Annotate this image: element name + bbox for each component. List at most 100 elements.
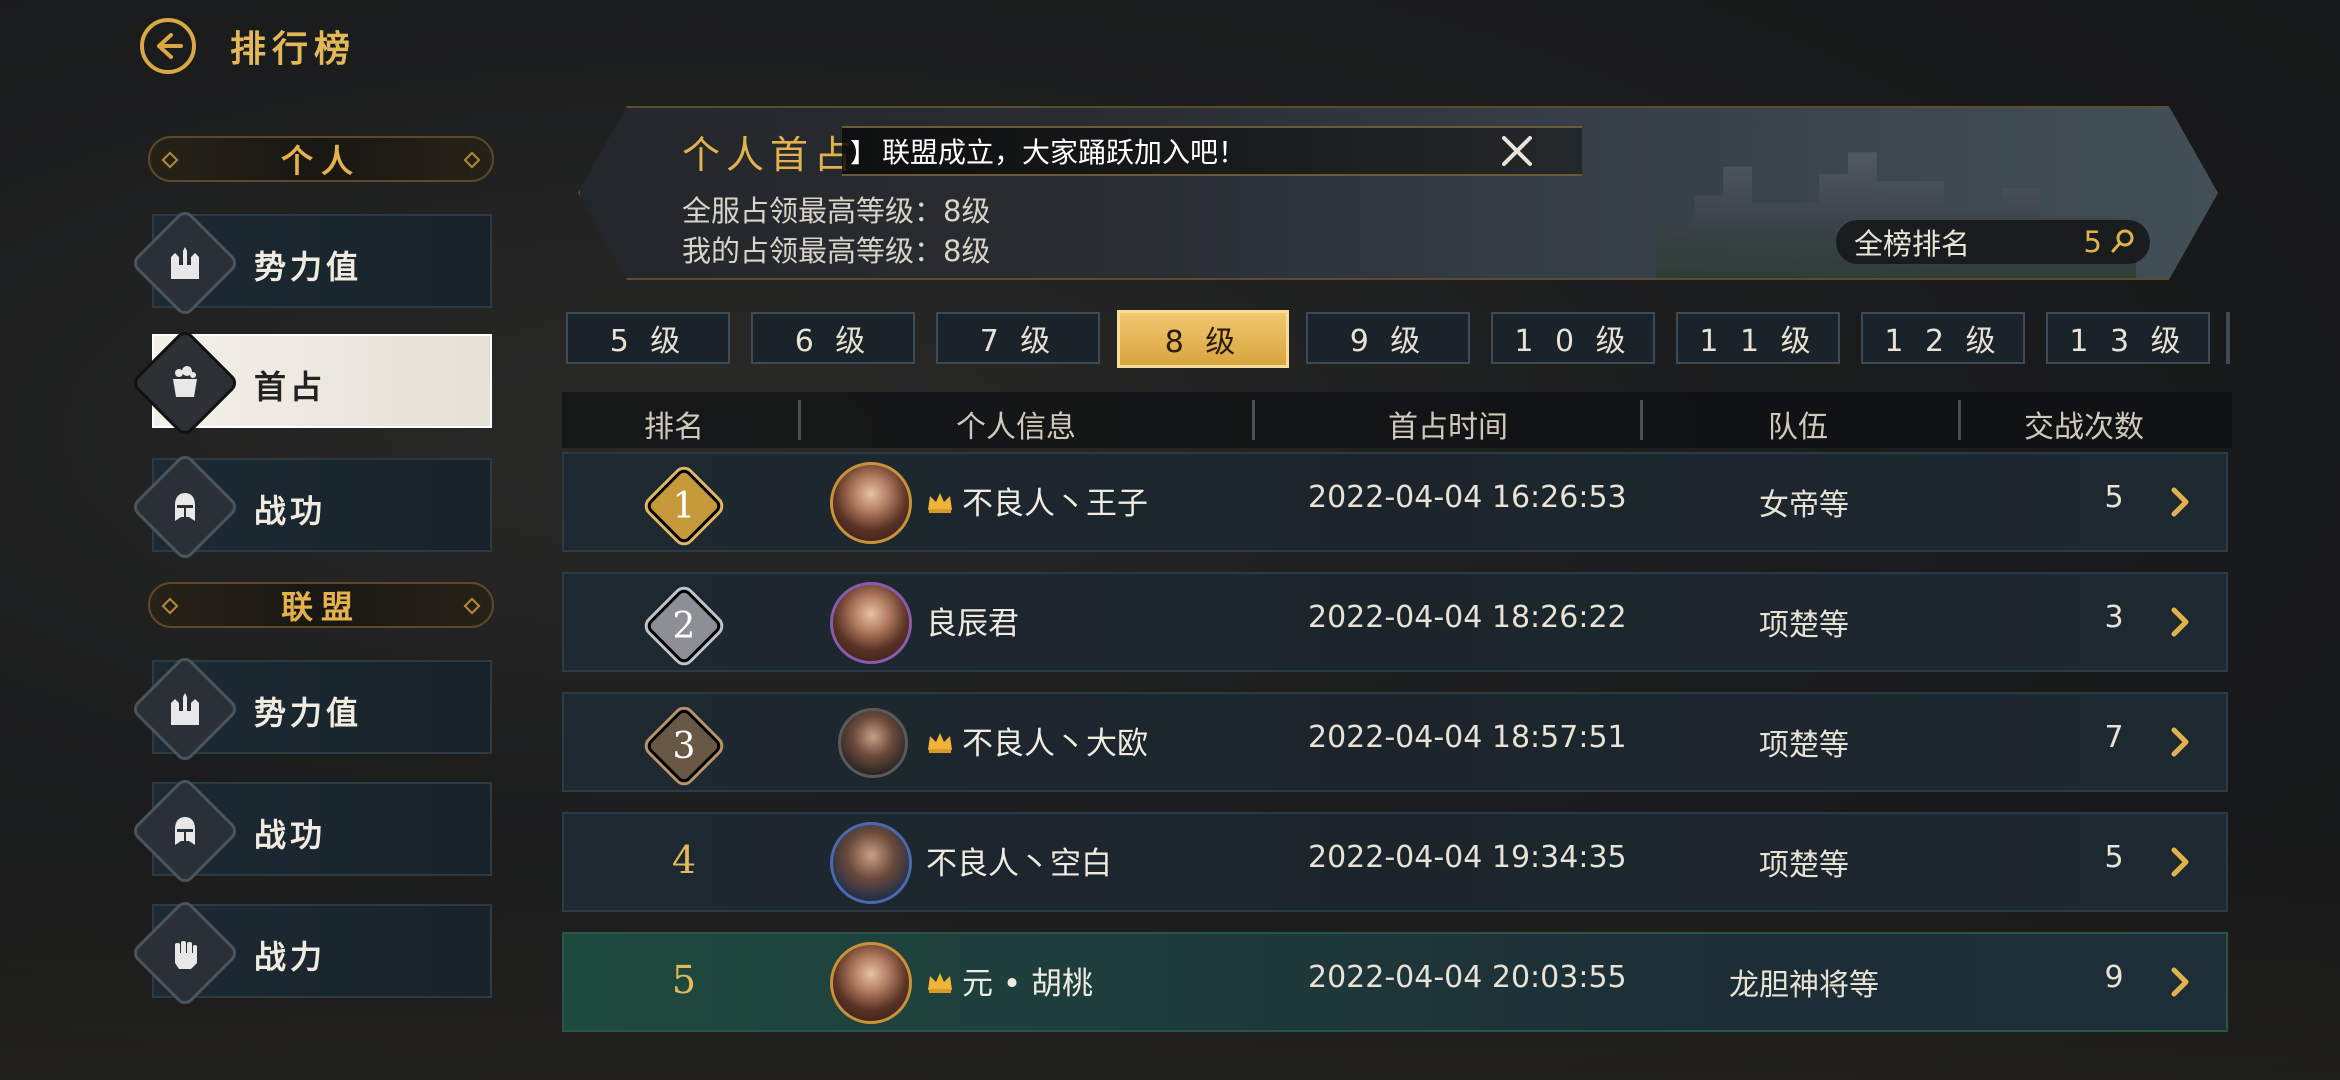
ornament-icon (463, 151, 481, 169)
player-name: 不良人丶空白 (926, 846, 1112, 882)
column-first-capture-time: 首占时间 (1388, 410, 1508, 445)
tab-level-6[interactable]: 6 级 (751, 312, 915, 364)
notice-text: 联盟成立，大家踊跃加入吧！ (882, 136, 1247, 169)
avatar[interactable] (830, 822, 912, 904)
search-icon (2111, 229, 2134, 253)
chevron-right-icon[interactable] (2162, 600, 2198, 644)
overall-rank-pill[interactable]: 全榜排名 5 (1836, 220, 2150, 264)
sidebar-item-personal-merit[interactable]: 战功 (129, 451, 492, 563)
chevron-right-icon[interactable] (2162, 720, 2198, 764)
close-icon (1502, 136, 1532, 166)
avatar[interactable] (830, 582, 912, 664)
cauldron-icon (162, 360, 208, 406)
avatar[interactable] (838, 708, 908, 778)
chevron-right-icon[interactable] (2162, 480, 2198, 524)
table-row[interactable]: 3 不良人丶大欧 2022-04-04 18:57:51 项楚等 7 (562, 692, 2228, 792)
table-row[interactable]: 2 良辰君 2022-04-04 18:26:22 项楚等 3 (562, 572, 2228, 672)
first-capture-time: 2022-04-04 18:57:51 (1308, 720, 1627, 755)
sidebar-item-alliance-power[interactable]: 势力值 (129, 653, 492, 765)
battle-count: 9 (2104, 960, 2124, 995)
tab-level-12[interactable]: 1 2 级 (1861, 312, 2025, 364)
page-title: 排行榜 (230, 29, 357, 70)
castle-icon (162, 686, 208, 732)
ornament-icon (161, 151, 179, 169)
column-divider (1640, 400, 1643, 440)
tab-level-8[interactable]: 8 级 (1117, 310, 1289, 368)
notice-close-button[interactable] (1494, 128, 1540, 174)
rank-number: 4 (671, 838, 697, 882)
crown-icon (928, 733, 952, 753)
table-header: 排名 个人信息 首占时间 队伍 交战次数 (562, 392, 2232, 448)
rank-number: 3 (672, 725, 696, 767)
arrow-left-icon (157, 33, 183, 59)
table-row[interactable]: 4 不良人丶空白 2022-04-04 19:34:35 项楚等 5 (562, 812, 2228, 912)
overall-rank-label: 全榜排名 (1854, 227, 1971, 261)
avatar[interactable] (830, 462, 912, 544)
player-name: 良辰君 (926, 606, 1019, 642)
sidebar-item-label: 战功 (254, 816, 327, 854)
fist-icon (162, 930, 208, 976)
battle-count: 5 (2104, 840, 2124, 875)
team-name: 龙胆神将等 (1729, 968, 1879, 1003)
rank-badge-gold: 1 (644, 466, 724, 546)
helmet-icon (162, 808, 208, 854)
rank-number: 1 (672, 485, 696, 527)
sidebar-item-label: 首占 (254, 368, 327, 406)
notice-bar: 】 联盟成立，大家踊跃加入吧！ (842, 126, 1582, 176)
server-highest-level: 全服占领最高等级：8级 (682, 194, 991, 228)
column-divider (798, 400, 801, 440)
sidebar-item-alliance-merit[interactable]: 战功 (129, 775, 492, 887)
table-row-self[interactable]: 5 元 • 胡桃 2022-04-04 20:03:55 龙胆神将等 9 (562, 932, 2228, 1032)
notice-mark: 】 (850, 138, 877, 169)
battle-count: 7 (2104, 720, 2124, 755)
player-name: 不良人丶王子 (962, 486, 1148, 522)
tab-level-7[interactable]: 7 级 (936, 312, 1100, 364)
sidebar-item-label: 战力 (254, 938, 327, 976)
banner-title: 个人首占 (682, 133, 859, 177)
section-header-alliance: 联盟 (148, 582, 494, 628)
tab-level-10[interactable]: 1 0 级 (1491, 312, 1655, 364)
first-capture-time: 2022-04-04 19:34:35 (1308, 840, 1627, 875)
team-name: 女帝等 (1759, 488, 1849, 523)
my-highest-level: 我的占领最高等级：8级 (682, 234, 991, 268)
team-name: 项楚等 (1759, 608, 1849, 643)
player-name: 元 • 胡桃 (962, 966, 1093, 1002)
chevron-right-icon[interactable] (2162, 960, 2198, 1004)
tab-level-9[interactable]: 9 级 (1306, 312, 1470, 364)
avatar[interactable] (830, 942, 912, 1024)
first-capture-time: 2022-04-04 20:03:55 (1308, 960, 1627, 995)
castle-icon (162, 240, 208, 286)
crown-icon (928, 973, 952, 993)
column-team: 队伍 (1768, 410, 1828, 445)
section-header-label: 个人 (280, 142, 361, 180)
rank-number: 2 (672, 605, 696, 647)
sidebar-item-personal-first-capture[interactable]: 首占 (129, 327, 492, 439)
rank-badge-bronze: 3 (644, 706, 724, 786)
team-name: 项楚等 (1759, 848, 1849, 883)
first-capture-time: 2022-04-04 18:26:22 (1308, 600, 1627, 635)
back-button[interactable] (140, 18, 196, 74)
section-header-personal: 个人 (148, 136, 494, 182)
ornament-icon (463, 597, 481, 615)
ornament-icon (161, 597, 179, 615)
battle-count: 3 (2104, 600, 2124, 635)
tabs-scroll-edge (2226, 312, 2230, 364)
tab-level-5[interactable]: 5 级 (566, 312, 730, 364)
tab-level-11[interactable]: 1 1 级 (1676, 312, 1840, 364)
helmet-icon (162, 484, 208, 530)
battle-count: 5 (2104, 480, 2124, 515)
tab-level-13[interactable]: 1 3 级 (2046, 312, 2210, 364)
column-battle-count: 交战次数 (2024, 410, 2144, 445)
chevron-right-icon[interactable] (2162, 840, 2198, 884)
team-name: 项楚等 (1759, 728, 1849, 763)
column-rank: 排名 (644, 410, 704, 445)
rank-number: 5 (671, 958, 697, 1002)
column-divider (1958, 400, 1961, 440)
column-player-info: 个人信息 (956, 410, 1076, 445)
sidebar-item-personal-power[interactable]: 势力值 (129, 207, 492, 319)
table-row[interactable]: 1 不良人丶王子 2022-04-04 16:26:53 女帝等 5 (562, 452, 2228, 552)
column-divider (1252, 400, 1255, 440)
crown-icon (928, 493, 952, 513)
sidebar-item-alliance-combat-power[interactable]: 战力 (129, 897, 492, 1009)
first-capture-time: 2022-04-04 16:26:53 (1308, 480, 1627, 515)
